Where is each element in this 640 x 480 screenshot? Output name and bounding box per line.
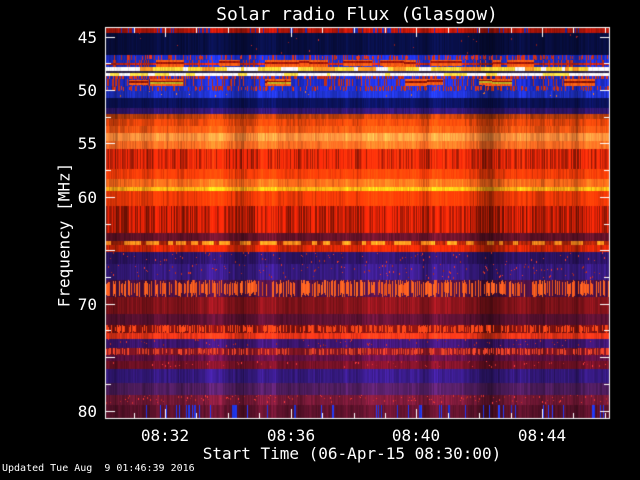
x-tick-label: 08:44	[517, 426, 567, 445]
y-tick-label: 70	[77, 295, 97, 314]
x-tick-label: 08:40	[391, 426, 441, 445]
solar-radio-flux-plot: Solar radio Flux (Glasgow) Frequency [MH…	[0, 0, 640, 480]
plot-title: Solar radio Flux (Glasgow)	[216, 4, 498, 25]
y-tick-label: 55	[77, 134, 97, 153]
y-axis-label: Frequency [MHz]	[54, 162, 74, 308]
y-tick-label: 60	[77, 188, 97, 207]
y-tick-label: 50	[77, 81, 97, 100]
x-tick-label: 08:36	[266, 426, 316, 445]
y-tick-label: 80	[77, 402, 97, 421]
x-tick-label: 08:32	[140, 426, 190, 445]
x-axis-label: Start Time (06-Apr-15 08:30:00)	[202, 444, 502, 463]
updated-timestamp: Updated Tue Aug 9 01:46:39 2016	[2, 463, 195, 474]
y-tick-label: 45	[77, 28, 97, 47]
